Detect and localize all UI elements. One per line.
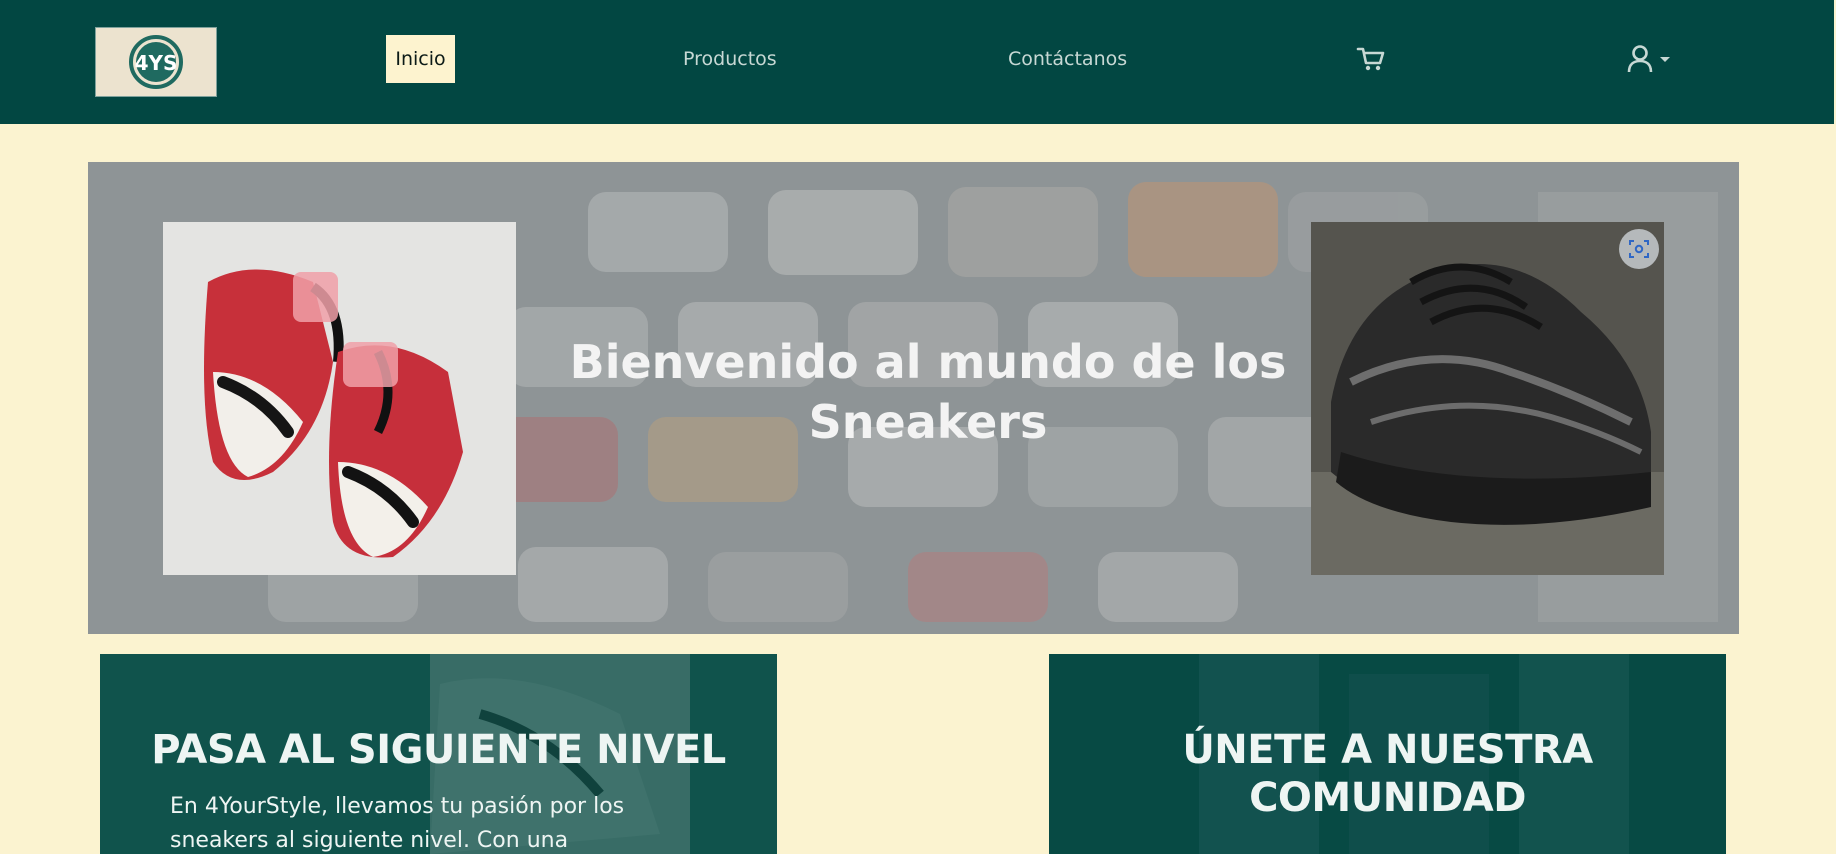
nav-contacto[interactable]: Contáctanos [1008, 0, 1127, 118]
caret-down-icon [1660, 57, 1670, 62]
red-sneakers-photo [163, 222, 516, 575]
brand-logo[interactable]: 4YS [95, 27, 217, 97]
hero-title: Bienvenido al mundo de los Sneakers [569, 335, 1287, 449]
hero-banner: Bienvenido al mundo de los Sneakers [88, 162, 1739, 634]
card-text: En 4YourStyle, llevamos tu pasión por lo… [170, 794, 625, 853]
dark-sneaker-photo [1311, 222, 1664, 575]
card-title: PASA AL SIGUIENTE NIVEL [151, 727, 726, 773]
nav-productos[interactable]: Productos [683, 0, 777, 118]
promo-card-community: ÚNETE A NUESTRA COMUNIDAD [1049, 654, 1726, 854]
shopping-cart-icon [1356, 47, 1385, 71]
card-title: ÚNETE A NUESTRA COMUNIDAD [1182, 727, 1593, 821]
logo-text: 4YS [135, 51, 178, 75]
promo-card-next-level: PASA AL SIGUIENTE NIVEL En 4YourStyle, l… [100, 654, 777, 854]
user-menu-button[interactable] [1626, 0, 1672, 118]
dark-sneaker-image [1311, 222, 1664, 575]
nav-productos-label: Productos [683, 48, 777, 70]
user-icon [1627, 45, 1653, 73]
nav-inicio-label: Inicio [395, 48, 446, 70]
nav-contacto-label: Contáctanos [1008, 48, 1128, 70]
logo-emblem-icon: 4YS [129, 35, 183, 89]
visual-search-icon [1629, 240, 1649, 258]
navbar: 4YS Inicio Productos Contáctanos [0, 0, 1834, 124]
cart-button[interactable] [1356, 0, 1386, 118]
nav-inicio[interactable]: Inicio [386, 35, 455, 83]
visual-search-button[interactable] [1619, 229, 1659, 269]
red-sneakers-image [163, 222, 516, 575]
